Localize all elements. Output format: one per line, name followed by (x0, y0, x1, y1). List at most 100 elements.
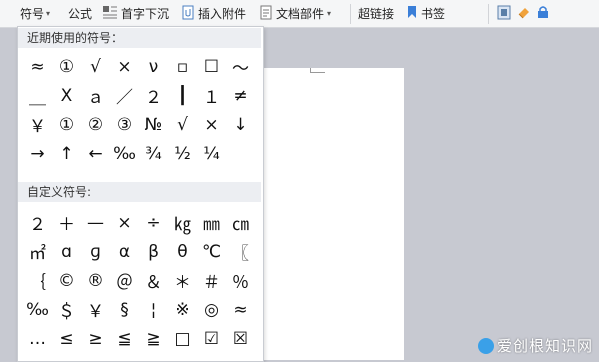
eraser-button[interactable] (517, 4, 531, 23)
recent-symbol-cell[interactable]: ν (139, 52, 168, 81)
custom-symbol-cell[interactable]: ＋ (52, 208, 81, 237)
custom-symbol-cell[interactable]: ‰ (23, 295, 52, 324)
recent-symbol-cell[interactable]: № (139, 110, 168, 139)
recent-symbol-cell[interactable]: √ (168, 110, 197, 139)
recent-symbol-cell[interactable]: ／ (110, 81, 139, 110)
custom-symbol-cell[interactable]: … (23, 324, 52, 353)
hyperlink-label: 超链接 (358, 7, 395, 21)
custom-symbol-cell[interactable]: ＊ (168, 266, 197, 295)
formula-label: 公式 (68, 7, 93, 21)
recent-symbol-cell[interactable]: ａ (81, 81, 110, 110)
recent-symbol-cell[interactable]: ～ (226, 52, 255, 81)
doc-parts-label: 文档部件 (276, 7, 325, 21)
dropdown-arrow-icon: ▾ (327, 9, 332, 18)
document-workspace[interactable] (262, 28, 599, 360)
recent-symbol-cell[interactable]: √ (81, 52, 110, 81)
recent-symbol-cell[interactable]: １ (197, 81, 226, 110)
custom-symbol-cell[interactable]: ２ (23, 208, 52, 237)
recent-symbol-cell[interactable]: ２ (139, 81, 168, 110)
page-corner-mark (310, 68, 325, 73)
recent-symbols-grid: ≈ ① √ × ν ▫ ☐ ～ ＿ Ⅹａ ／ ２ ┃ １ ≠ ￥ ① ② ③ № √ × ↓ → ↑ ← ‰ ¾ ½ ¼ (23, 52, 255, 168)
recent-symbol-cell[interactable]: ← (81, 139, 110, 168)
eraser-icon (517, 5, 531, 22)
recent-symbol-cell[interactable]: ☐ (197, 52, 226, 81)
recent-symbol-cell[interactable]: ① (52, 52, 81, 81)
custom-symbol-cell[interactable]: ≤ (52, 324, 81, 353)
recent-symbol-cell[interactable]: → (23, 139, 52, 168)
custom-symbol-cell[interactable]: ≧ (139, 324, 168, 353)
recent-symbol-cell[interactable]: ┃ (168, 81, 197, 110)
custom-symbol-cell[interactable]: ＆ (139, 266, 168, 295)
custom-symbol-cell[interactable]: × (110, 208, 139, 237)
custom-symbol-cell[interactable]: ＃ (197, 266, 226, 295)
recent-symbol-cell[interactable]: ↓ (226, 110, 255, 139)
recent-symbol-cell[interactable]: ① (52, 110, 81, 139)
custom-symbol-cell[interactable]: α (110, 237, 139, 266)
recent-symbol-cell[interactable]: ½ (168, 139, 197, 168)
dropcap-icon (102, 5, 118, 22)
custom-symbol-cell[interactable]: ɑ (52, 237, 81, 266)
dropdown-arrow-icon: ▾ (46, 9, 51, 18)
custom-symbol-cell[interactable]: ≈ (226, 295, 255, 324)
custom-symbol-cell[interactable]: ㎏ (168, 208, 197, 237)
custom-symbol-cell[interactable]: ≥ (81, 324, 110, 353)
custom-symbol-cell[interactable]: ＄ (52, 295, 81, 324)
custom-symbol-cell[interactable]: □ (168, 324, 197, 353)
custom-symbol-cell[interactable]: ☒ (226, 324, 255, 353)
custom-symbol-cell[interactable]: ％ (226, 266, 255, 295)
recent-symbol-cell[interactable]: ¾ (139, 139, 168, 168)
custom-symbol-cell[interactable]: 〖 (226, 237, 255, 266)
recent-symbol-cell[interactable]: ＿ (23, 81, 52, 110)
doc-icon (497, 5, 511, 23)
custom-symbol-cell[interactable]: ㎝ (226, 208, 255, 237)
recent-symbol-cell[interactable]: × (197, 110, 226, 139)
custom-symbols-title: 自定义符号: (18, 182, 261, 202)
custom-symbol-cell[interactable]: θ (168, 237, 197, 266)
recent-symbol-cell[interactable]: × (110, 52, 139, 81)
custom-symbol-cell[interactable]: ☑ (197, 324, 226, 353)
doc-icon-button[interactable] (497, 4, 511, 23)
custom-symbol-cell[interactable]: ※ (168, 295, 197, 324)
custom-symbol-cell[interactable]: § (110, 295, 139, 324)
custom-symbol-cell[interactable]: β (139, 237, 168, 266)
recent-symbol-cell[interactable]: ¼ (197, 139, 226, 168)
recent-symbols-title: 近期使用的符号： (18, 28, 261, 48)
bookmark-button[interactable]: 书签 (406, 4, 445, 23)
bookmark-icon (406, 5, 418, 22)
custom-symbol-cell[interactable]: ≦ (110, 324, 139, 353)
custom-symbol-cell[interactable]: ｛ (23, 266, 52, 295)
custom-symbol-cell[interactable]: ɡ (81, 237, 110, 266)
recent-symbol-cell[interactable]: ③ (110, 110, 139, 139)
symbol-label: 符号 (20, 7, 45, 21)
formula-button[interactable]: 公式 (68, 4, 92, 23)
recent-symbol-cell[interactable]: ▫ (168, 52, 197, 81)
custom-symbol-cell[interactable]: ÷ (139, 208, 168, 237)
recent-symbol-cell[interactable]: Ⅹ (52, 81, 81, 110)
custom-symbol-cell[interactable]: ￥ (81, 295, 110, 324)
custom-symbol-cell[interactable]: ◎ (197, 295, 226, 324)
recent-symbol-cell[interactable]: ↑ (52, 139, 81, 168)
custom-symbol-cell[interactable]: ℃ (197, 237, 226, 266)
lock-button[interactable] (537, 4, 549, 23)
custom-symbol-cell[interactable]: — (81, 208, 110, 237)
recent-symbol-cell[interactable]: ‰ (110, 139, 139, 168)
dropcap-button[interactable]: 首字下沉 (102, 4, 169, 23)
recent-symbol-cell[interactable]: ≠ (226, 81, 255, 110)
recent-symbol-cell[interactable]: ② (81, 110, 110, 139)
recent-symbol-cell[interactable]: ≈ (23, 52, 52, 81)
custom-symbol-cell[interactable]: ＠ (110, 266, 139, 295)
watermark-text: 爱创根知识网 (496, 337, 593, 355)
custom-symbol-cell[interactable]: ㎜ (197, 208, 226, 237)
custom-symbol-cell[interactable]: ® (81, 266, 110, 295)
doc-parts-icon (259, 5, 273, 23)
insert-attachment-button[interactable]: 插入附件 (181, 4, 246, 23)
hyperlink-button[interactable]: 超链接 (358, 4, 394, 23)
recent-symbol-cell[interactable]: ￥ (23, 110, 52, 139)
lock-icon (537, 5, 549, 22)
custom-symbol-cell[interactable]: © (52, 266, 81, 295)
document-page[interactable] (262, 68, 404, 360)
custom-symbol-cell[interactable]: ㎡ (23, 237, 52, 266)
custom-symbol-cell[interactable]: ¦ (139, 295, 168, 324)
symbol-button[interactable]: 符号 ▾ (20, 4, 53, 23)
doc-parts-button[interactable]: 文档部件 ▾ (259, 4, 331, 23)
